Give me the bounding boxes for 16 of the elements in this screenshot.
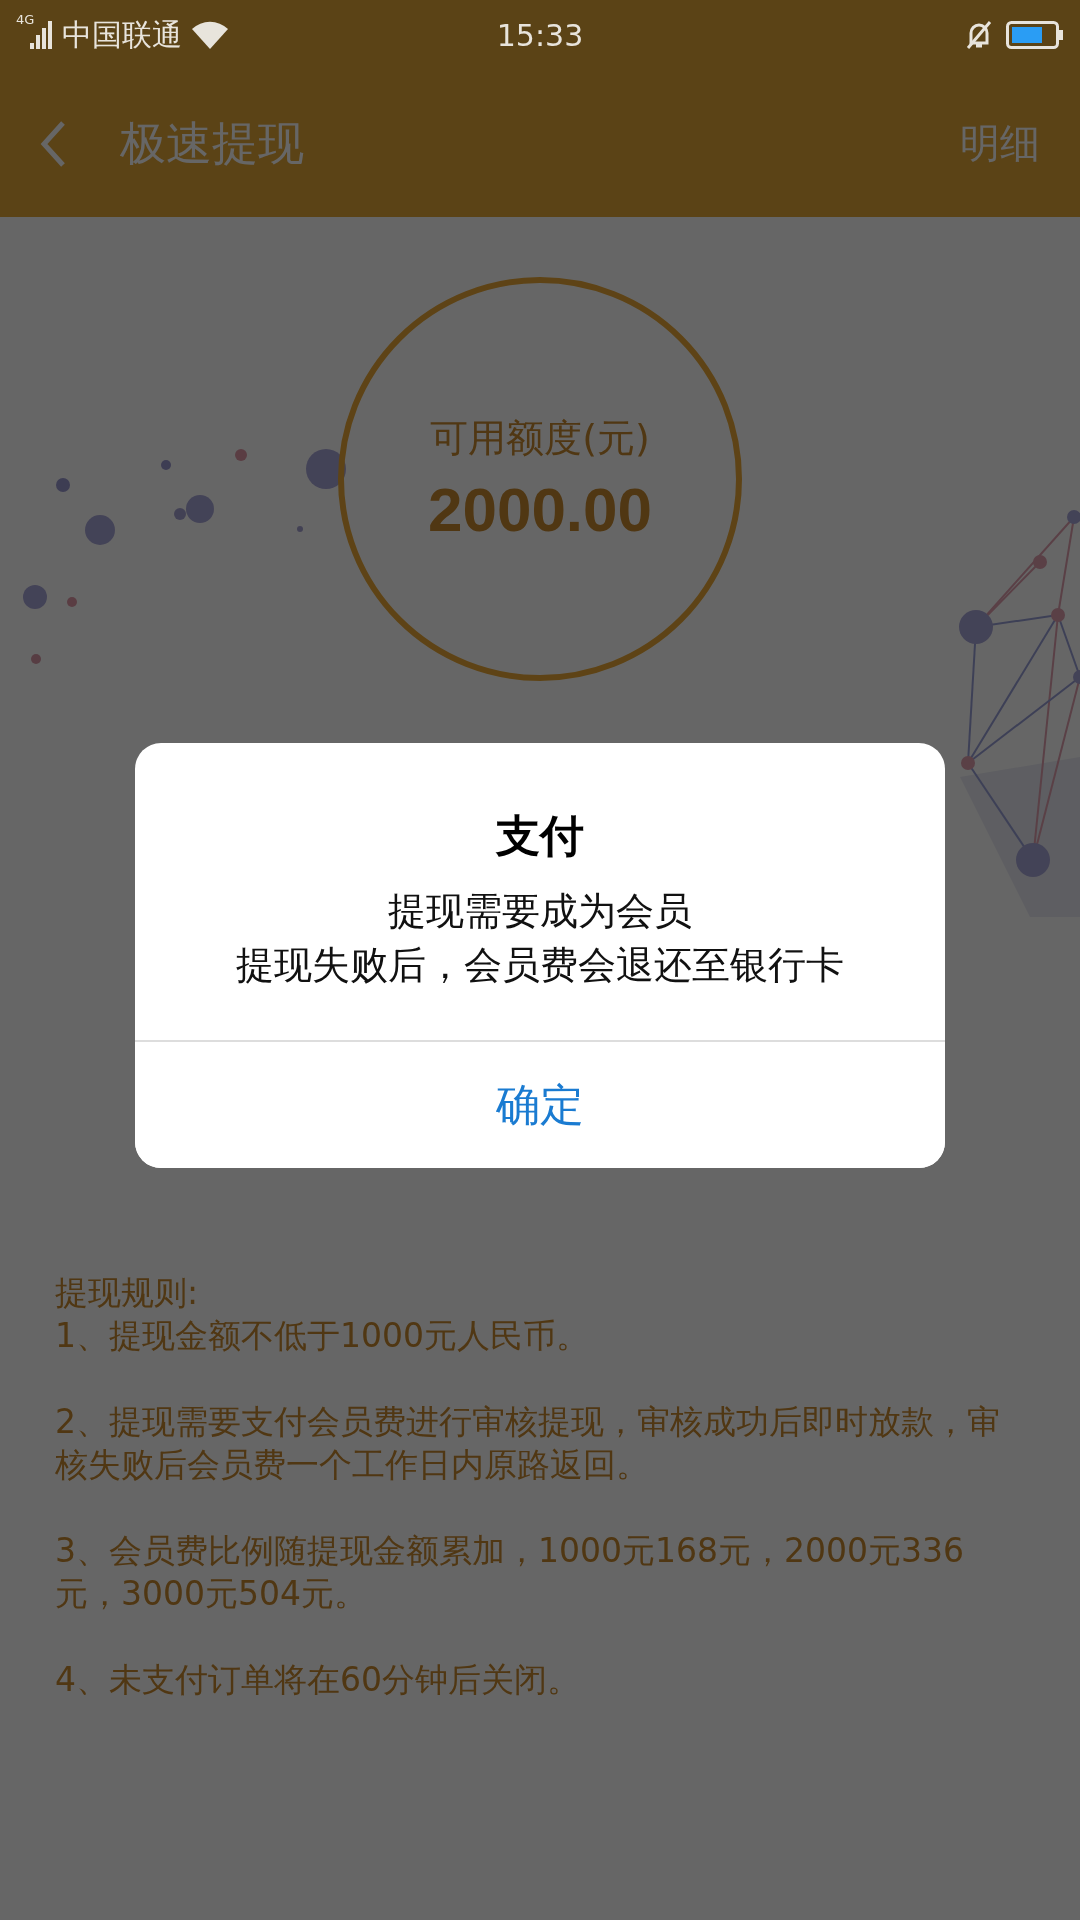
page-title: 极速提现 — [120, 114, 304, 172]
dialog-message: 提现需要成为会员 提现失败后，会员费会退还至银行卡 — [236, 888, 844, 989]
rules-title: 提现规则: — [55, 1272, 200, 1314]
carrier-name: 中国联通 — [62, 15, 183, 54]
battery-icon — [1006, 20, 1064, 50]
network-type-label: 4G — [16, 12, 35, 27]
rule-text: 1、提现金额不低于1000元人民币。 — [55, 1315, 590, 1357]
quota-amount: 2000.00 — [427, 474, 653, 545]
dialog-title: 支付 — [496, 809, 584, 863]
rule-text: 4、未支付订单将在60分钟后关闭。 — [55, 1659, 581, 1701]
rule-text: 3、会员费比例随提现金额累加，1000元168元，2000元336元，3000元504元。 — [55, 1530, 965, 1615]
clock-time: 15:33 — [495, 17, 585, 53]
quota-label: 可用额度(元) — [430, 415, 650, 462]
back-icon[interactable] — [40, 119, 66, 168]
rule-text: 2、提现需要支付会员费进行审核提现，审核成功后即时放款，审核失败后会员费一个工作日内原路返回。 — [55, 1401, 1001, 1486]
wifi-icon — [192, 21, 229, 49]
